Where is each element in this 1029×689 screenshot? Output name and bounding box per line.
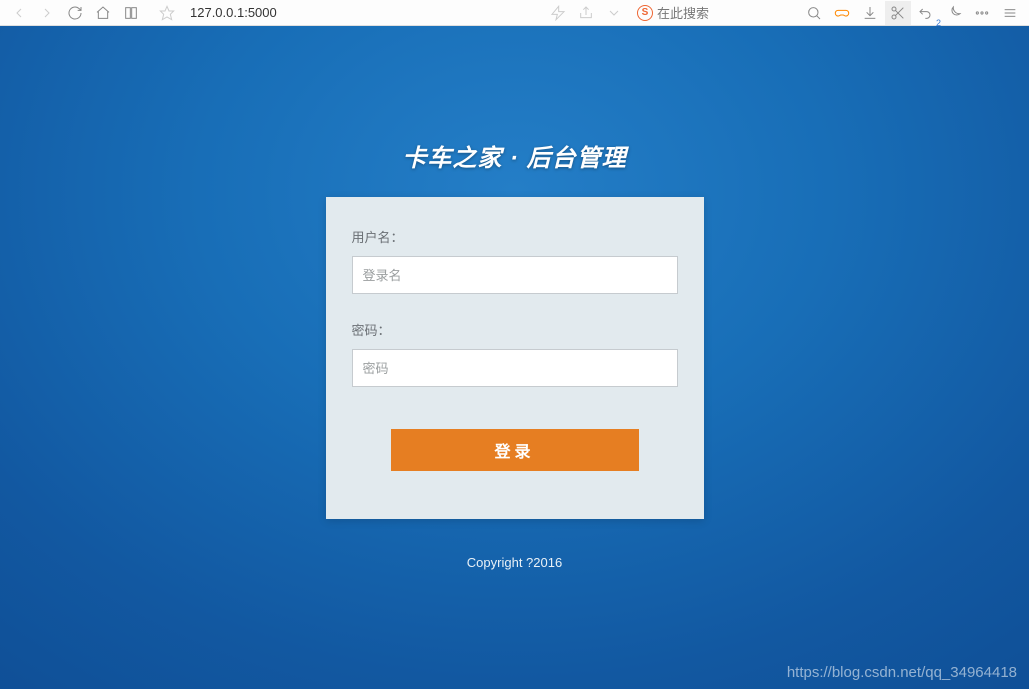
watermark-text: https://blog.csdn.net/qq_34964418 [787, 664, 1017, 681]
more-icon[interactable] [969, 1, 995, 25]
search-engine-box[interactable]: S 在此搜索 [637, 3, 709, 22]
refresh-button[interactable] [62, 1, 88, 25]
copyright-text: Copyright ?2016 [467, 555, 562, 570]
back-button[interactable] [6, 1, 32, 25]
password-input[interactable] [352, 349, 678, 387]
search-placeholder: 在此搜索 [657, 3, 709, 22]
moon-icon[interactable] [941, 1, 967, 25]
sogou-icon: S [637, 5, 653, 21]
home-button[interactable] [90, 1, 116, 25]
scissors-icon[interactable] [885, 1, 911, 25]
search-icon[interactable] [801, 1, 827, 25]
username-label: 用户名： [352, 227, 678, 246]
undo-icon[interactable] [913, 1, 939, 25]
download-icon[interactable] [857, 1, 883, 25]
browser-toolbar: 127.0.0.1:5000 S 在此搜索 [0, 0, 1029, 26]
readmode-button[interactable] [118, 1, 144, 25]
bolt-icon[interactable] [545, 1, 571, 25]
username-input[interactable] [352, 256, 678, 294]
password-label: 密码： [352, 320, 678, 339]
chevron-down-icon[interactable] [601, 1, 627, 25]
page-title: 卡车之家 · 后台管理 [402, 138, 626, 173]
menu-icon[interactable] [997, 1, 1023, 25]
login-card: 用户名： 密码： 登录 [326, 197, 704, 519]
share-icon[interactable] [573, 1, 599, 25]
gamepad-icon[interactable] [829, 1, 855, 25]
page-body: 卡车之家 · 后台管理 用户名： 密码： 登录 Copyright ?2016 … [0, 26, 1029, 689]
star-icon[interactable] [154, 1, 180, 25]
address-bar[interactable]: 127.0.0.1:5000 [190, 5, 440, 20]
login-button[interactable]: 登录 [391, 429, 639, 471]
forward-button[interactable] [34, 1, 60, 25]
